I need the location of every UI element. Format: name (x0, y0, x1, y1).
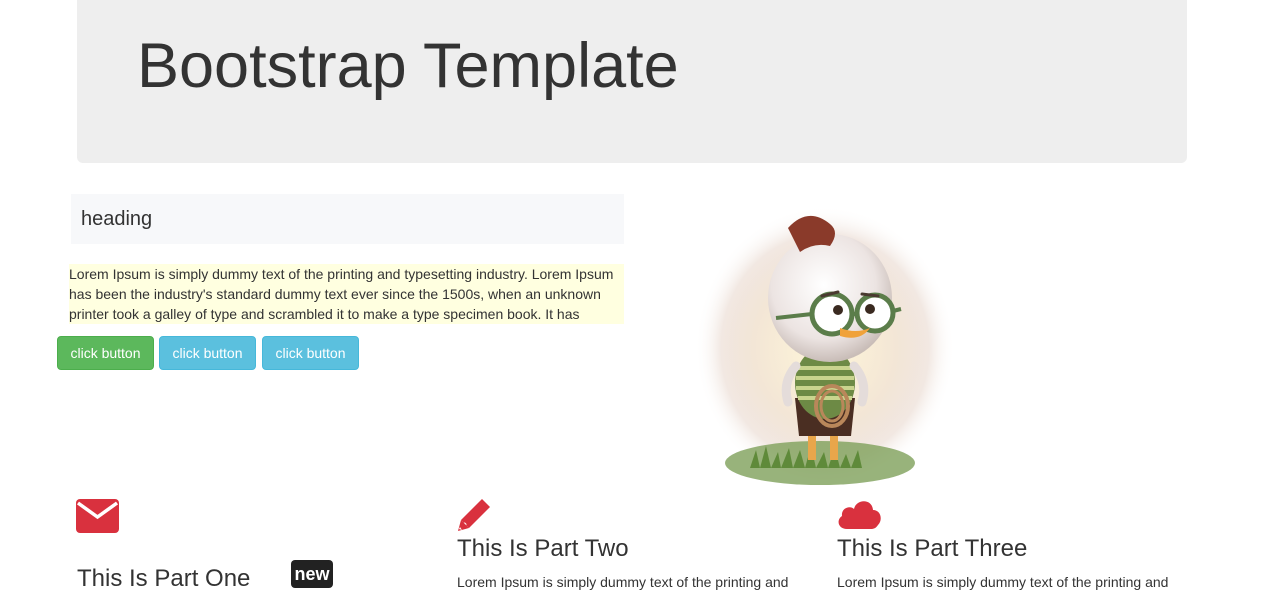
feature-text-part-two: Lorem Ipsum is simply dummy text of the … (457, 574, 789, 590)
feature-title-part-two: This Is Part Two (457, 535, 629, 562)
panel-heading-text: heading (81, 208, 153, 230)
intro-text: Lorem Ipsum is simply dummy text of the … (69, 266, 614, 322)
feature-text-part-three: Lorem Ipsum is simply dummy text of the … (837, 574, 1169, 590)
click-button-1[interactable]: click button (57, 336, 154, 370)
feature-title-part-one: This Is Part One (77, 565, 251, 592)
feature-title-part-three: This Is Part Three (837, 535, 1028, 562)
intro-text-box: Lorem Ipsum is simply dummy text of the … (69, 264, 624, 324)
page-title: Bootstrap Template (137, 31, 679, 101)
click-button-3[interactable]: click button (262, 336, 359, 370)
new-badge: new (291, 560, 333, 588)
chick-character-image (695, 206, 955, 490)
jumbotron: Bootstrap Template (77, 0, 1187, 163)
panel-heading: heading (71, 194, 624, 244)
cloud-icon (838, 501, 881, 529)
envelope-icon (76, 499, 119, 533)
click-button-2[interactable]: click button (159, 336, 256, 370)
pencil-icon (458, 499, 490, 531)
